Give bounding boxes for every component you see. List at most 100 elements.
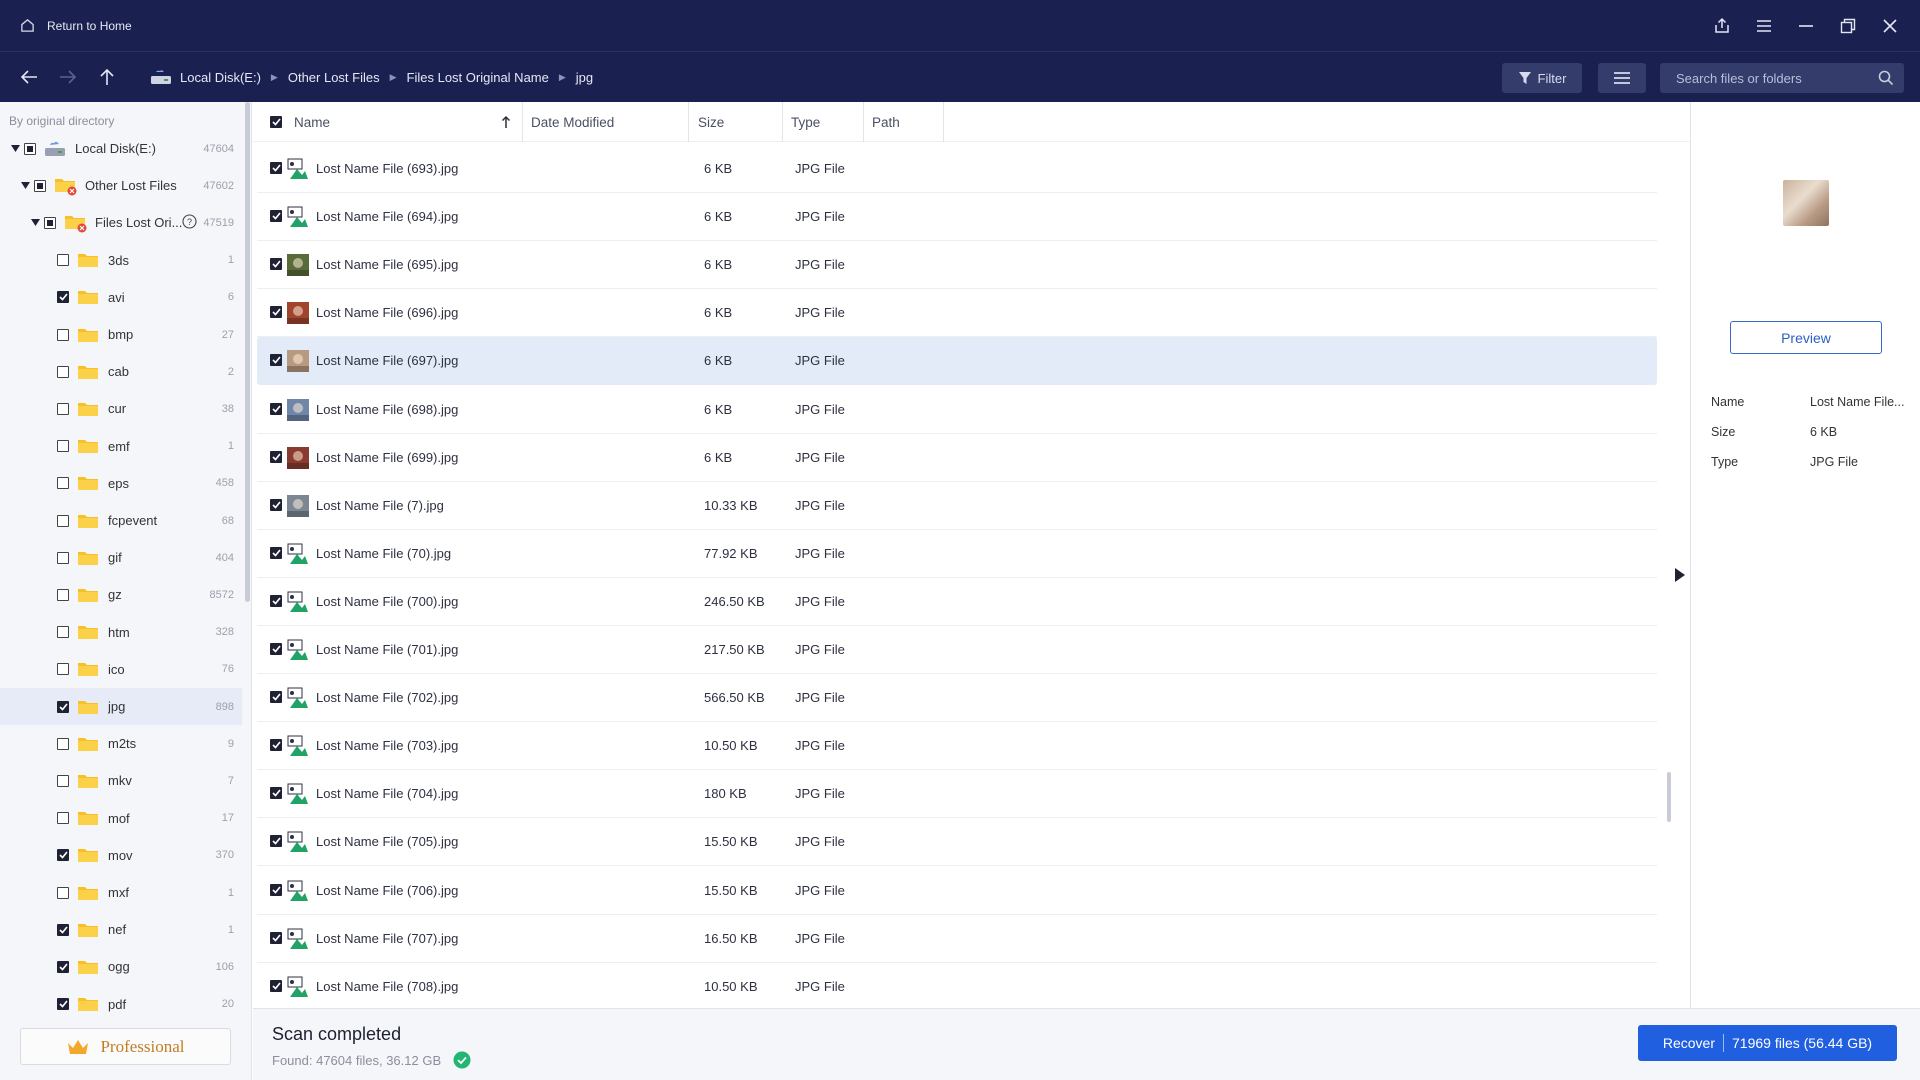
tree-checkbox[interactable]: [57, 477, 69, 490]
tree-item-gz[interactable]: gz 8572: [0, 576, 242, 613]
tree-item-mov[interactable]: mov 370: [0, 837, 242, 874]
breadcrumb-other-lost-files[interactable]: Other Lost Files: [288, 70, 380, 85]
tree-checkbox[interactable]: [57, 254, 69, 267]
file-checkbox[interactable]: [270, 546, 282, 559]
minimize-icon[interactable]: [1786, 6, 1826, 46]
column-name[interactable]: Name: [253, 102, 523, 142]
column-date-modified[interactable]: Date Modified: [523, 102, 689, 142]
file-checkbox[interactable]: [270, 162, 282, 174]
tree-checkbox[interactable]: [57, 588, 69, 601]
preview-button[interactable]: Preview: [1730, 321, 1882, 354]
tree-checkbox[interactable]: [44, 216, 56, 229]
tree-item-htm[interactable]: htm 328: [0, 614, 242, 651]
tree-checkbox[interactable]: [57, 328, 69, 341]
filter-button[interactable]: Filter: [1502, 63, 1582, 93]
tree-item-jpg[interactable]: jpg 898: [0, 688, 242, 725]
professional-button[interactable]: Professional: [20, 1028, 231, 1065]
file-checkbox[interactable]: [270, 498, 282, 511]
tree-checkbox[interactable]: [57, 440, 69, 453]
tree-checkbox[interactable]: [57, 849, 69, 862]
file-checkbox[interactable]: [270, 402, 282, 415]
tree-item-gif[interactable]: gif 404: [0, 539, 242, 576]
tree-checkbox[interactable]: [57, 365, 69, 378]
file-checkbox[interactable]: [270, 835, 282, 848]
file-row[interactable]: Lost Name File (697).jpg 6 KB JPG File: [257, 337, 1657, 386]
tree-item-mxf[interactable]: mxf 1: [0, 874, 242, 911]
tree-item-cur[interactable]: cur 38: [0, 390, 242, 427]
file-checkbox[interactable]: [270, 450, 282, 463]
tree-checkbox[interactable]: [57, 998, 69, 1011]
search-input[interactable]: [1660, 63, 1870, 93]
file-row[interactable]: Lost Name File (694).jpg 6 KB JPG File: [257, 193, 1657, 242]
file-checkbox[interactable]: [270, 931, 282, 944]
tree-item-3ds[interactable]: 3ds 1: [0, 242, 242, 279]
tree-item-local-disk-e[interactable]: Local Disk(E:) 47604: [0, 130, 242, 167]
tree-item-ico[interactable]: ico 76: [0, 651, 242, 688]
help-icon[interactable]: ?: [182, 214, 197, 232]
select-all-checkbox[interactable]: [270, 116, 282, 128]
breadcrumb-local-disk[interactable]: Local Disk(E:): [180, 70, 261, 85]
file-row[interactable]: Lost Name File (693).jpg 6 KB JPG File: [257, 145, 1657, 193]
tree-item-m2ts[interactable]: m2ts 9: [0, 725, 242, 762]
tree-item-fcpevent[interactable]: fcpevent 68: [0, 502, 242, 539]
expand-caret-icon[interactable]: [10, 144, 20, 154]
tree-item-mkv[interactable]: mkv 7: [0, 762, 242, 799]
file-checkbox[interactable]: [270, 594, 282, 607]
file-checkbox[interactable]: [270, 258, 282, 271]
tree-checkbox[interactable]: [57, 551, 69, 564]
tree-checkbox[interactable]: [57, 291, 69, 304]
tree-item-nef[interactable]: nef 1: [0, 911, 242, 948]
column-type[interactable]: Type: [783, 102, 864, 142]
file-checkbox[interactable]: [270, 306, 282, 319]
file-checkbox[interactable]: [270, 210, 282, 223]
file-checkbox[interactable]: [270, 883, 282, 896]
file-row[interactable]: Lost Name File (696).jpg 6 KB JPG File: [257, 289, 1657, 338]
file-row[interactable]: Lost Name File (700).jpg 246.50 KB JPG Fil…: [257, 578, 1657, 626]
file-checkbox[interactable]: [270, 691, 282, 704]
tree-checkbox[interactable]: [57, 774, 69, 787]
tree-item-avi[interactable]: avi 6: [0, 279, 242, 316]
file-row[interactable]: Lost Name File (704).jpg 180 KB JPG File: [257, 770, 1657, 819]
tree-checkbox[interactable]: [57, 663, 69, 676]
tree-item-mof[interactable]: mof 17: [0, 800, 242, 837]
tree-checkbox[interactable]: [57, 960, 69, 973]
tree-item-pdf[interactable]: pdf 20: [0, 986, 242, 1023]
tree-item-files-lost-ori[interactable]: Files Lost Ori...? 47519: [0, 204, 242, 241]
file-row[interactable]: Lost Name File (706).jpg 15.50 KB JPG File: [257, 867, 1657, 915]
menu-icon[interactable]: [1744, 6, 1784, 46]
tree-checkbox[interactable]: [57, 626, 69, 639]
file-row[interactable]: Lost Name File (699).jpg 6 KB JPG File: [257, 434, 1657, 482]
forward-button[interactable]: [53, 62, 83, 92]
file-list-scrollbar[interactable]: [1667, 772, 1671, 822]
sort-ascending-icon[interactable]: [501, 115, 511, 129]
up-button[interactable]: [92, 62, 122, 92]
tree-item-ogg[interactable]: ogg 106: [0, 948, 242, 985]
file-row[interactable]: Lost Name File (695).jpg 6 KB JPG File: [257, 241, 1657, 290]
collapse-panel-icon[interactable]: [1673, 566, 1687, 584]
column-size[interactable]: Size: [689, 102, 783, 142]
column-path[interactable]: Path: [864, 102, 944, 142]
file-row[interactable]: Lost Name File (708).jpg 10.50 KB JPG File: [257, 963, 1657, 1011]
file-row[interactable]: Lost Name File (698).jpg 6 KB JPG File: [257, 386, 1657, 434]
breadcrumb-files-lost-original-name[interactable]: Files Lost Original Name: [407, 70, 549, 85]
breadcrumb-jpg[interactable]: jpg: [576, 70, 593, 85]
sidebar-scrollbar[interactable]: [245, 102, 250, 602]
file-row[interactable]: Lost Name File (705).jpg 15.50 KB JPG File: [257, 818, 1657, 867]
file-row[interactable]: Lost Name File (707).jpg 16.50 KB JPG File: [257, 915, 1657, 963]
tree-checkbox[interactable]: [57, 886, 69, 899]
file-row[interactable]: Lost Name File (702).jpg 566.50 KB JPG Fil…: [257, 674, 1657, 723]
tree-checkbox[interactable]: [34, 179, 46, 192]
file-row[interactable]: Lost Name File (70).jpg 77.92 KB JPG File: [257, 530, 1657, 578]
search-icon[interactable]: [1878, 70, 1894, 86]
tree-checkbox[interactable]: [57, 700, 69, 713]
close-icon[interactable]: [1870, 6, 1910, 46]
tree-checkbox[interactable]: [24, 142, 36, 155]
tree-item-cab[interactable]: cab 2: [0, 353, 242, 390]
file-row[interactable]: Lost Name File (7).jpg 10.33 KB JPG File: [257, 482, 1657, 530]
file-checkbox[interactable]: [270, 354, 282, 367]
tree-item-bmp[interactable]: bmp 27: [0, 316, 242, 353]
back-button[interactable]: [14, 62, 44, 92]
tree-item-eps[interactable]: eps 458: [0, 465, 242, 502]
expand-caret-icon[interactable]: [30, 218, 40, 228]
tree-checkbox[interactable]: [57, 402, 69, 415]
